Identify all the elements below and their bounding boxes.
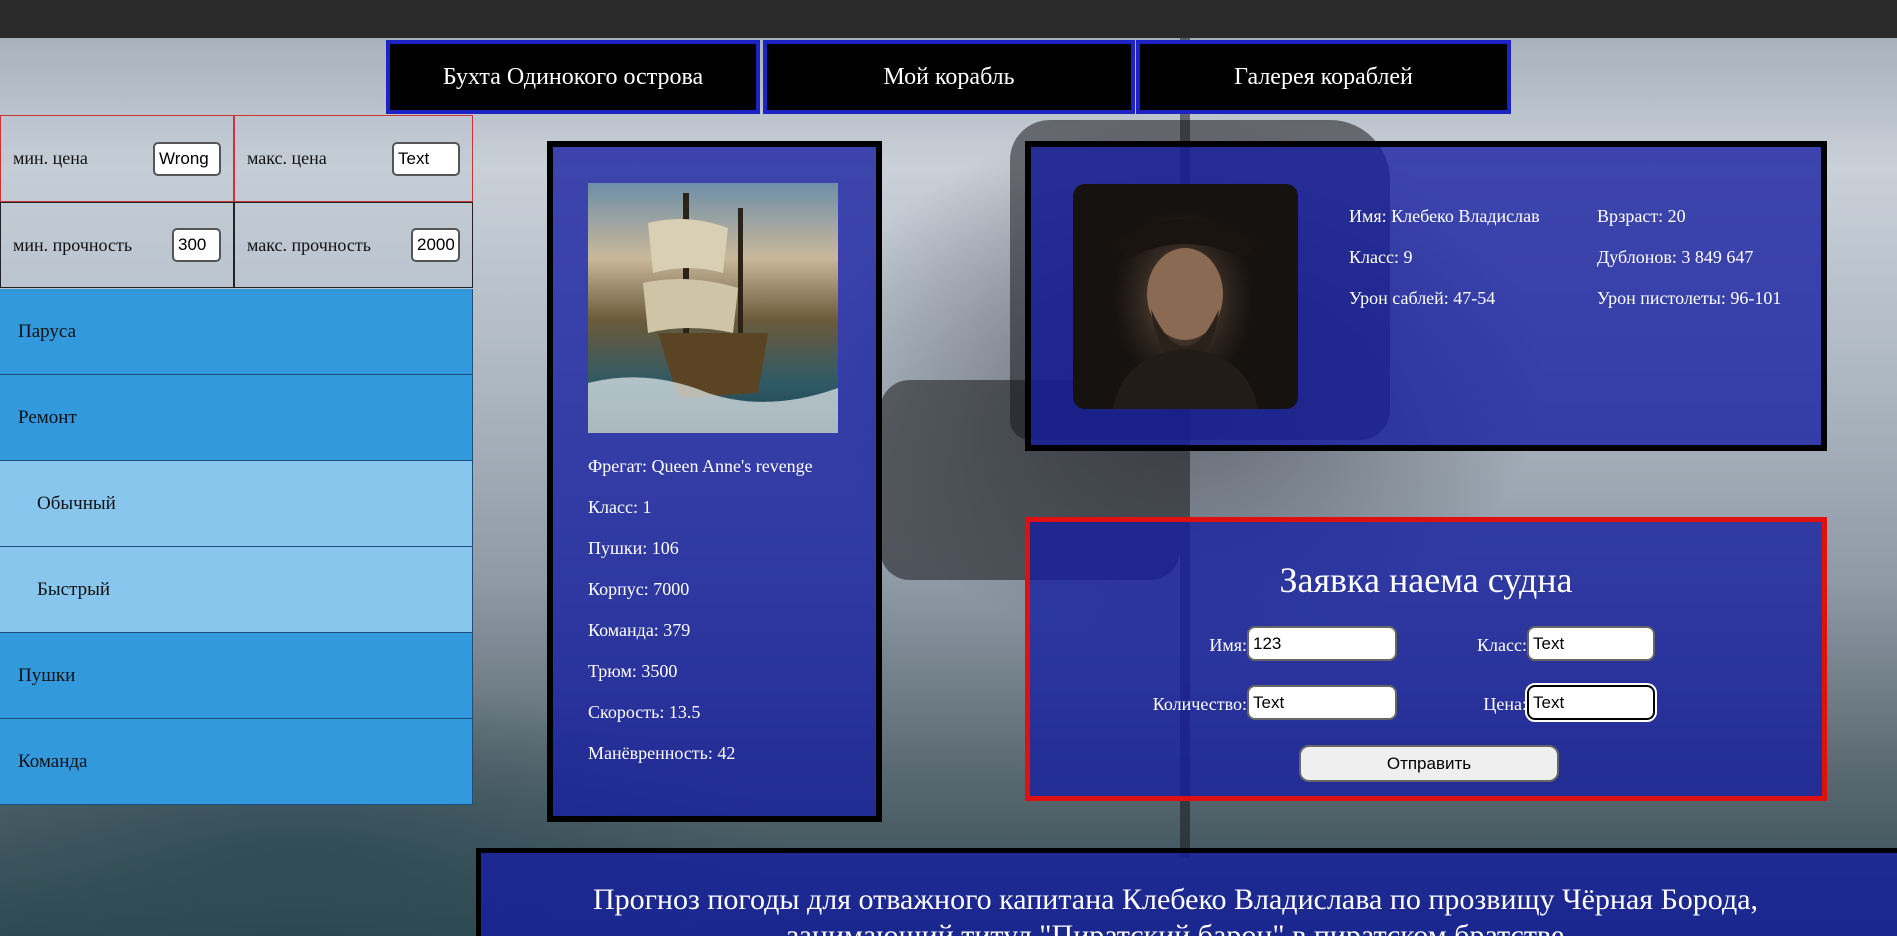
max-price-filter: макс. цена bbox=[234, 115, 473, 202]
captain-class: Класс: 9 bbox=[1349, 247, 1413, 267]
ship-speed: Скорость: 13.5 bbox=[588, 702, 701, 722]
nav-tab-ship-gallery[interactable]: Галерея кораблей bbox=[1136, 40, 1511, 114]
menu-item-crew[interactable]: Команда bbox=[0, 719, 473, 805]
weather-line-2: занимающий титул "Пиратский барон" в пир… bbox=[786, 919, 1565, 936]
avatar bbox=[1073, 184, 1298, 409]
nav-tab-my-ship[interactable]: Мой корабль bbox=[763, 40, 1135, 114]
ship-hold: Трюм: 3500 bbox=[588, 661, 678, 681]
ship-card: Фрегат: Queen Anne's revenge Класс: 1 Пу… bbox=[547, 141, 882, 822]
min-durability-filter: мин. прочность bbox=[0, 202, 234, 288]
ship-class: Класс: 1 bbox=[588, 497, 652, 517]
nav-tab-label: Мой корабль bbox=[883, 63, 1015, 90]
max-price-input[interactable] bbox=[392, 141, 460, 176]
ship-image bbox=[588, 183, 838, 433]
nav-tab-label: Галерея кораблей bbox=[1234, 63, 1413, 90]
ship-name: Фрегат: Queen Anne's revenge bbox=[588, 456, 813, 476]
ship-maneuverability: Манёвренность: 42 bbox=[588, 743, 736, 763]
menu-item-repair-fast[interactable]: Быстрый bbox=[0, 547, 473, 633]
top-bar bbox=[0, 0, 1897, 38]
max-durability-filter: макс. прочность bbox=[234, 202, 473, 288]
quantity-label: Количество: bbox=[1152, 694, 1247, 714]
menu-item-label: Обычный bbox=[37, 492, 116, 514]
menu-item-label: Команда bbox=[18, 750, 88, 772]
captain-saber-damage: Урон саблей: 47-54 bbox=[1349, 288, 1496, 308]
name-input[interactable] bbox=[1247, 626, 1397, 661]
menu-item-label: Быстрый bbox=[37, 578, 111, 600]
min-price-label: мин. цена bbox=[13, 148, 88, 168]
price-label: Цена: bbox=[1483, 694, 1527, 714]
name-label: Имя: bbox=[1209, 635, 1247, 655]
quantity-input[interactable] bbox=[1247, 685, 1397, 720]
menu-item-cannons[interactable]: Пушки bbox=[0, 633, 473, 719]
price-input[interactable] bbox=[1525, 683, 1657, 722]
captain-name: Имя: Клебеко Владислав bbox=[1349, 206, 1540, 226]
max-durability-label: макс. прочность bbox=[247, 234, 371, 255]
captain-doubloons: Дублонов: 3 849 647 bbox=[1597, 247, 1754, 267]
hire-form: Заявка наема судна Имя: Класс: Количеств… bbox=[1025, 517, 1827, 801]
captain-age: Врзраст: 20 bbox=[1597, 206, 1686, 226]
menu-item-label: Пушки bbox=[18, 664, 76, 686]
menu-item-repair[interactable]: Ремонт bbox=[0, 375, 473, 461]
class-label: Класс: bbox=[1477, 635, 1527, 655]
ship-crew: Команда: 379 bbox=[588, 620, 691, 640]
weather-line-1: Прогноз погоды для отважного капитана Кл… bbox=[592, 883, 1759, 916]
menu-item-sails[interactable]: Паруса bbox=[0, 289, 473, 375]
captain-card: Имя: Клебеко Владислав Врзраст: 20 Класс… bbox=[1025, 141, 1827, 451]
form-title: Заявка наема судна bbox=[1279, 560, 1573, 600]
max-durability-input[interactable] bbox=[411, 228, 460, 262]
captain-pistol-damage: Урон пистолеты: 96-101 bbox=[1597, 288, 1782, 308]
menu-item-label: Паруса bbox=[18, 320, 77, 342]
class-input[interactable] bbox=[1527, 626, 1655, 661]
menu-item-repair-normal[interactable]: Обычный bbox=[0, 461, 473, 547]
min-price-input[interactable] bbox=[153, 141, 221, 176]
min-price-filter: мин. цена bbox=[0, 115, 234, 202]
menu-item-label: Ремонт bbox=[18, 406, 77, 428]
min-durability-input[interactable] bbox=[172, 228, 221, 262]
nav-tab-bay[interactable]: Бухта Одинокого острова bbox=[386, 40, 760, 114]
weather-panel: Прогноз погоды для отважного капитана Кл… bbox=[476, 848, 1897, 936]
submit-button[interactable]: Отправить bbox=[1299, 745, 1559, 782]
ship-cannons: Пушки: 106 bbox=[588, 538, 679, 558]
ship-hull: Корпус: 7000 bbox=[588, 579, 690, 599]
nav-tab-label: Бухта Одинокого острова bbox=[442, 63, 704, 90]
max-price-label: макс. цена bbox=[247, 148, 327, 168]
min-durability-label: мин. прочность bbox=[13, 234, 133, 255]
